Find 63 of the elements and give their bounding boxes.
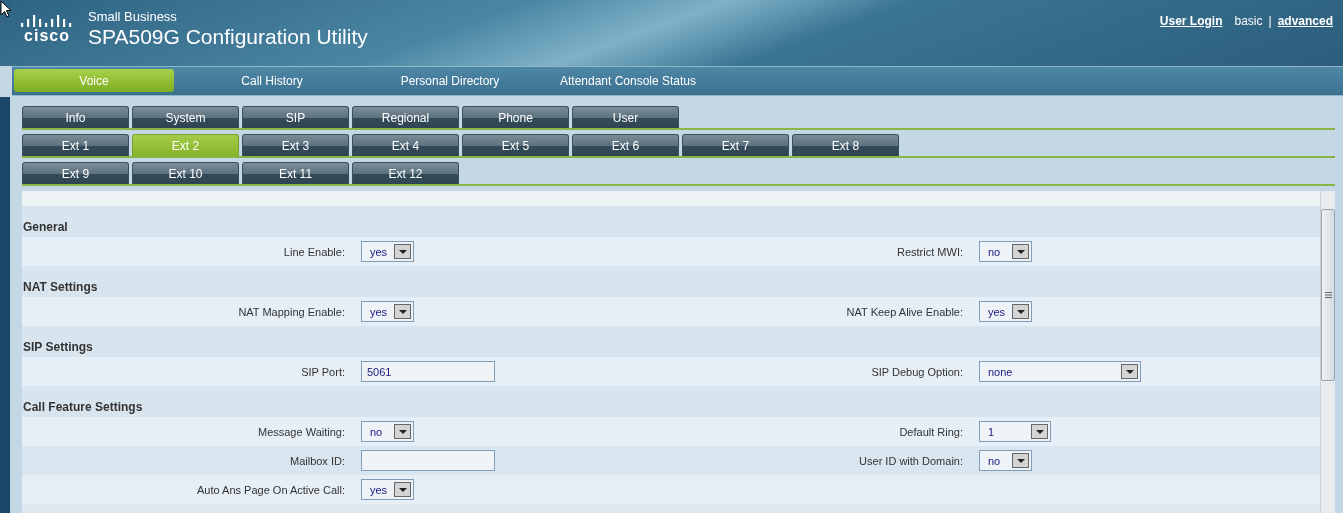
- tab[interactable]: Ext 3: [242, 134, 349, 156]
- dropdown[interactable]: yes: [361, 301, 414, 322]
- tab[interactable]: Ext 8: [792, 134, 899, 156]
- scroll-thumb[interactable]: [1321, 209, 1335, 381]
- header-link[interactable]: advanced: [1277, 14, 1333, 28]
- tab[interactable]: Ext 6: [572, 134, 679, 156]
- mode-label: basic: [1234, 14, 1263, 28]
- field-label: Auto Ans Page On Active Call:: [196, 483, 345, 496]
- field-label: Default Ring:: [898, 425, 963, 438]
- text-field[interactable]: 5061: [361, 361, 495, 382]
- tab[interactable]: SIP: [242, 106, 349, 128]
- dropdown[interactable]: yes: [979, 301, 1032, 322]
- nav-tab[interactable]: Personal Directory: [370, 69, 530, 92]
- tab[interactable]: Ext 4: [352, 134, 459, 156]
- caret-icon: [1034, 428, 1045, 435]
- text-field[interactable]: [361, 450, 495, 471]
- cursor-icon: [0, 0, 12, 18]
- tab[interactable]: Ext 7: [682, 134, 789, 156]
- logo-text: cisco: [24, 28, 70, 44]
- tab[interactable]: Ext 10: [132, 162, 239, 184]
- caret-icon: [397, 486, 408, 493]
- dropdown[interactable]: yes: [361, 479, 414, 500]
- app-title: SPA509G Configuration Utility: [88, 24, 368, 50]
- tab[interactable]: Phone: [462, 106, 569, 128]
- brand-line: Small Business: [88, 9, 178, 24]
- tab[interactable]: Ext 5: [462, 134, 569, 156]
- dropdown[interactable]: no: [979, 450, 1032, 471]
- caret-icon: [397, 308, 408, 315]
- field-label: NAT Mapping Enable:: [237, 305, 345, 318]
- tab[interactable]: Ext 1: [22, 134, 129, 156]
- tab[interactable]: Ext 12: [352, 162, 459, 184]
- caret-icon: [397, 248, 408, 255]
- field-label: Restrict MWI:: [896, 245, 963, 258]
- grip-icon: [1324, 292, 1332, 298]
- logo-bars-icon: [20, 14, 74, 27]
- caret-icon: [397, 428, 408, 435]
- nav-tab[interactable]: Call History: [192, 69, 352, 92]
- scrollbar[interactable]: [1320, 191, 1335, 513]
- caret-icon: [1124, 368, 1135, 375]
- separator-text: |: [1268, 14, 1272, 28]
- field-label: SIP Port:: [300, 365, 345, 378]
- tab[interactable]: User: [572, 106, 679, 128]
- dropdown[interactable]: yes: [361, 241, 414, 262]
- field-label: Mailbox ID:: [288, 454, 345, 467]
- tab[interactable]: Ext 9: [22, 162, 129, 184]
- dropdown[interactable]: no: [361, 421, 414, 442]
- tab[interactable]: Regional: [352, 106, 459, 128]
- tab[interactable]: System: [132, 106, 239, 128]
- tab[interactable]: Info: [22, 106, 129, 128]
- tab[interactable]: Ext 11: [242, 162, 349, 184]
- caret-icon: [1015, 457, 1026, 464]
- caret-icon: [1015, 308, 1026, 315]
- dropdown[interactable]: none: [979, 361, 1141, 382]
- nav-tab[interactable]: Attendant Console Status: [548, 69, 708, 92]
- field-label: SIP Debug Option:: [870, 365, 963, 378]
- field-label: Line Enable:: [282, 245, 345, 258]
- field-label: NAT Keep Alive Enable:: [845, 305, 963, 318]
- caret-icon: [1015, 248, 1026, 255]
- header-link[interactable]: User Login: [1159, 14, 1223, 28]
- dropdown[interactable]: 1: [979, 421, 1051, 442]
- dropdown[interactable]: no: [979, 241, 1032, 262]
- field-label: Message Waiting:: [256, 425, 345, 438]
- field-label: User ID with Domain:: [858, 454, 963, 467]
